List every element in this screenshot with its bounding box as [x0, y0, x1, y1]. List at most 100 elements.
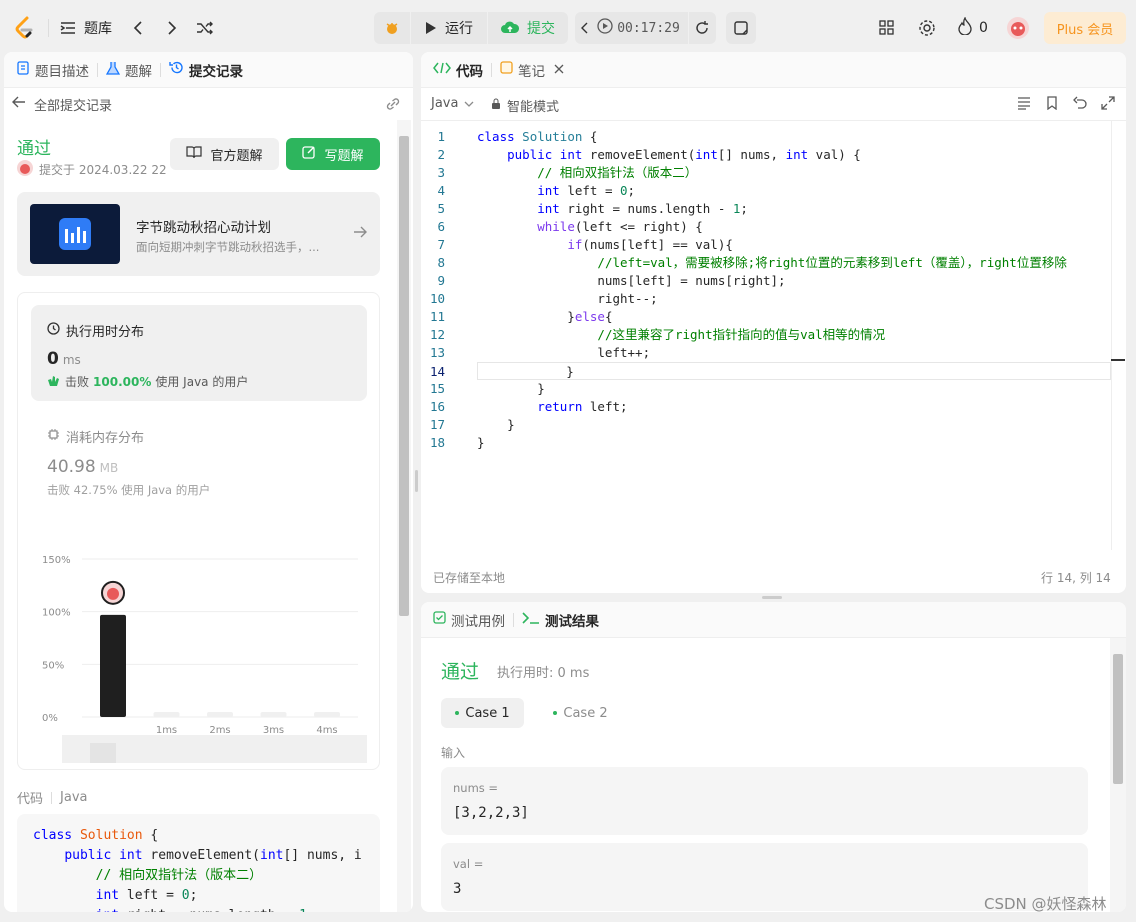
code-line[interactable]: 3 // 相向双指针法（版本二） — [421, 164, 1111, 182]
code-text: //left=val，需要被移除;将right位置的元素移到left（覆盖），r… — [597, 255, 1067, 270]
x-tick-label: 4ms — [316, 725, 337, 736]
code-area[interactable]: 1 class Solution {2 public int removeElem… — [421, 128, 1111, 452]
code-label: 代码 — [17, 792, 44, 807]
code-line[interactable]: 7 if(nums[left] == val){ — [421, 236, 1111, 254]
code-line[interactable]: 11 }else{ — [421, 308, 1111, 326]
tab-testcases[interactable]: 测试用例 — [433, 602, 505, 638]
code-line[interactable]: 15 } — [421, 380, 1111, 398]
top-bar: 题库 运行 提交 00:17:29 0 Plus 会员 — [0, 0, 1136, 52]
line-number: 18 — [429, 435, 445, 450]
next-problem-button[interactable] — [166, 12, 178, 44]
settings-gear-icon[interactable] — [918, 12, 936, 44]
memory-beat: 击败 42.75% 使用 Java 的用户 — [47, 483, 211, 497]
code-line[interactable]: 1 class Solution { — [421, 128, 1111, 146]
tab-description[interactable]: 题目描述 — [16, 52, 89, 88]
close-icon[interactable] — [554, 62, 564, 78]
code-text: //这里兼容了right指针指向的值与val相等的情况 — [597, 327, 886, 342]
prev-problem-button[interactable] — [132, 12, 144, 44]
tab-submissions[interactable]: 提交记录 — [169, 52, 243, 88]
code-line[interactable]: 13 left++; — [421, 344, 1111, 362]
undo-icon[interactable] — [1073, 96, 1087, 114]
leetcode-logo-icon[interactable] — [12, 12, 36, 44]
left-scrollbar[interactable] — [397, 120, 411, 912]
notes-icon[interactable] — [726, 12, 756, 44]
code-line[interactable]: 8 //left=val，需要被移除;将right位置的元素移到left（覆盖）… — [421, 254, 1111, 272]
code-line[interactable]: 10 right--; — [421, 290, 1111, 308]
debug-icon[interactable] — [374, 12, 410, 44]
problem-bank-label: 题库 — [84, 21, 112, 37]
memory-title: 消耗内存分布 — [66, 431, 145, 446]
language-select[interactable]: Java — [431, 96, 474, 111]
code-line[interactable]: 6 while(left <= right) { — [421, 218, 1111, 236]
code-line[interactable]: 12 //这里兼容了right指针指向的值与val相等的情况 — [421, 326, 1111, 344]
run-button[interactable]: 运行 — [411, 18, 487, 38]
reset-timer-icon[interactable] — [689, 20, 716, 36]
plus-member-button[interactable]: Plus 会员 — [1044, 12, 1126, 44]
minimap-bar — [90, 743, 116, 763]
code-line[interactable]: 2 public int removeElement(int[] nums, i… — [421, 146, 1111, 164]
official-solution-button[interactable]: 官方题解 — [170, 138, 279, 170]
format-icon[interactable] — [1017, 96, 1031, 114]
code-text: // 相向双指针法（版本二） — [537, 165, 698, 180]
submitted-code-preview[interactable]: class Solution { public int removeElemen… — [17, 814, 380, 912]
resize-handle[interactable] — [762, 596, 782, 599]
link-icon[interactable] — [384, 96, 402, 116]
tab-solutions[interactable]: 题解 — [105, 52, 152, 88]
tab-code[interactable]: 代码 — [433, 52, 483, 88]
chart-bar — [100, 614, 126, 717]
flame-icon — [957, 16, 973, 39]
tab-test-result[interactable]: 测试结果 — [522, 602, 599, 638]
y-tick-label: 50% — [42, 660, 64, 671]
input-nums-box[interactable]: nums = [3,2,2,3] — [441, 767, 1088, 835]
memory-section[interactable]: 消耗内存分布 — [47, 427, 144, 446]
streak-counter[interactable]: 0 — [957, 12, 988, 44]
layout-icon[interactable] — [878, 12, 896, 44]
smart-mode[interactable]: 智能模式 — [491, 96, 559, 115]
code-text: } — [476, 364, 574, 379]
result-scrollbar[interactable] — [1110, 638, 1126, 912]
tab-notes[interactable]: 笔记 — [500, 52, 564, 88]
code-line[interactable]: 5 int right = nums.length - 1; — [421, 200, 1111, 218]
code-line[interactable]: 9 nums[left] = nums[right]; — [421, 272, 1111, 290]
case-2-tab[interactable]: Case 2 — [539, 698, 622, 728]
line-number: 14 — [429, 364, 445, 379]
promo-card[interactable]: 字节跳动秋招心动计划 面向短期冲刺字节跳动秋招选手，... — [17, 192, 380, 276]
code-text: int left = 0; — [537, 183, 636, 198]
fullscreen-icon[interactable] — [1101, 96, 1115, 114]
user-avatar[interactable] — [1006, 12, 1030, 44]
write-solution-button[interactable]: 写题解 — [286, 138, 380, 170]
shuffle-icon[interactable] — [196, 12, 214, 44]
memory-value: 40.98 — [47, 457, 96, 477]
line-number: 9 — [437, 273, 445, 288]
line-number: 2 — [437, 147, 445, 162]
submission-status: 通过 — [17, 139, 51, 159]
note-icon — [500, 61, 513, 78]
timer[interactable]: 00:17:29 — [593, 18, 684, 38]
code-line[interactable]: 4 int left = 0; — [421, 182, 1111, 200]
input-nums-value: [3,2,2,3] — [453, 805, 529, 821]
list-icon — [60, 21, 76, 35]
result-tab-bar: 测试用例 测试结果 — [421, 602, 1126, 638]
submit-button[interactable]: 提交 — [488, 18, 567, 38]
bookmark-icon[interactable] — [1045, 96, 1059, 114]
back-to-all-submissions[interactable]: 全部提交记录 — [12, 92, 112, 116]
runtime-distribution-chart[interactable]: 150% 100% 50% 0% 1ms 2ms 3ms 4ms 1ms 2ms 3ms 4ms — [18, 513, 379, 763]
code-line[interactable]: 16 return left; — [421, 398, 1111, 416]
code-line[interactable]: 14 } — [430, 362, 1111, 380]
code-line[interactable]: 17 } — [421, 416, 1111, 434]
runtime-box[interactable]: 执行用时分布 0 ms 击败 100.00% 使用 Java 的用户 — [31, 305, 367, 401]
divider — [48, 19, 49, 37]
case-1-tab[interactable]: Case 1 — [441, 698, 524, 728]
left-tab-bar: 题目描述 题解 提交记录 — [4, 52, 413, 88]
problem-bank-button[interactable]: 题库 — [60, 12, 112, 44]
runtime-unit: ms — [62, 353, 81, 367]
line-number: 15 — [429, 381, 445, 396]
code-text: while(left <= right) { — [537, 219, 703, 234]
collapse-timer-icon[interactable] — [575, 22, 593, 34]
vertical-resize-handle[interactable] — [415, 470, 418, 492]
code-line[interactable]: 18} — [421, 434, 1111, 452]
minimap-label: 4ms — [315, 762, 336, 763]
code-text: } — [477, 417, 515, 432]
editor-toolbar — [1017, 96, 1115, 114]
chart-bar — [314, 712, 340, 717]
